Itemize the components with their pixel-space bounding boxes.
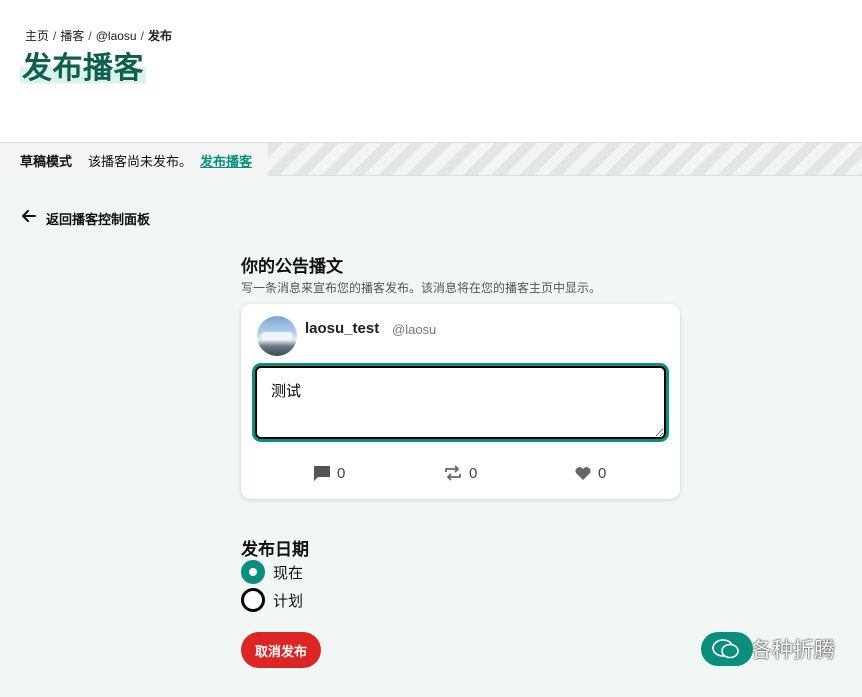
back-to-dashboard-link[interactable]: 返回播客控制面板 [22, 209, 150, 228]
wechat-icon [701, 632, 753, 666]
schedule-label: 计划 [273, 592, 304, 610]
reply-count-value: 0 [337, 464, 346, 482]
schedule-option[interactable]: 计划 [241, 588, 303, 612]
radio-schedule[interactable] [241, 588, 265, 612]
comment-icon [314, 466, 330, 481]
announcement-textarea[interactable] [255, 366, 666, 439]
like-count: 0 [574, 464, 606, 482]
cancel-publish-button[interactable]: 取消发布 [241, 632, 321, 668]
page-title: 发布播客 [20, 43, 146, 87]
breadcrumb-podcast-handle[interactable]: @laosu [96, 29, 137, 43]
repeat-icon [445, 465, 461, 481]
announcement-card: laosu_test @laosu 0 0 0 [241, 304, 680, 499]
main-content: 返回播客控制面板 你的公告播文 写一条消息来宣布您的播客发布。该消息将在您的播客… [0, 176, 862, 697]
like-count-value: 0 [598, 464, 607, 482]
back-link-label: 返回播客控制面板 [46, 212, 151, 227]
draft-mode-message: 该播客尚未发布。 [88, 153, 193, 169]
heart-icon [575, 467, 591, 480]
publish-now-option[interactable]: 现在 [241, 560, 303, 584]
arrow-left-icon [22, 209, 36, 228]
draft-mode-bar: 草稿模式 该播客尚未发布。 发布播客 [0, 142, 862, 177]
breadcrumb-current: 发布 [147, 29, 172, 43]
watermark: 各种折腾 [701, 632, 835, 666]
breadcrumb-separator: / [53, 28, 57, 43]
reblog-count: 0 [443, 464, 477, 482]
user-display-name: laosu_test [305, 320, 380, 337]
publish-now-label: 现在 [273, 564, 304, 582]
breadcrumb-podcasts[interactable]: 播客 [60, 27, 84, 44]
reblog-count-value: 0 [469, 464, 478, 482]
publish-podcast-link[interactable]: 发布播客 [200, 151, 252, 170]
page-header: 主页 / 播客 / @laosu / 发布 发布播客 [0, 0, 862, 142]
breadcrumb-separator: / [88, 28, 92, 43]
watermark-text: 各种折腾 [751, 639, 835, 662]
radio-publish-now[interactable] [241, 560, 265, 584]
breadcrumb: 主页 / 播客 / @laosu / 发布 [25, 27, 172, 44]
announcement-title: 你的公告播文 [241, 257, 343, 276]
breadcrumb-home[interactable]: 主页 [25, 27, 49, 44]
draft-mode-label: 草稿模式 [20, 153, 73, 169]
reply-count: 0 [313, 464, 345, 482]
avatar [257, 316, 297, 356]
user-handle: @laosu [392, 322, 437, 337]
breadcrumb-separator: / [140, 28, 144, 43]
publish-date-title: 发布日期 [241, 540, 309, 559]
announcement-description: 写一条消息来宣布您的播客发布。该消息将在您的播客主页中显示。 [241, 281, 602, 295]
